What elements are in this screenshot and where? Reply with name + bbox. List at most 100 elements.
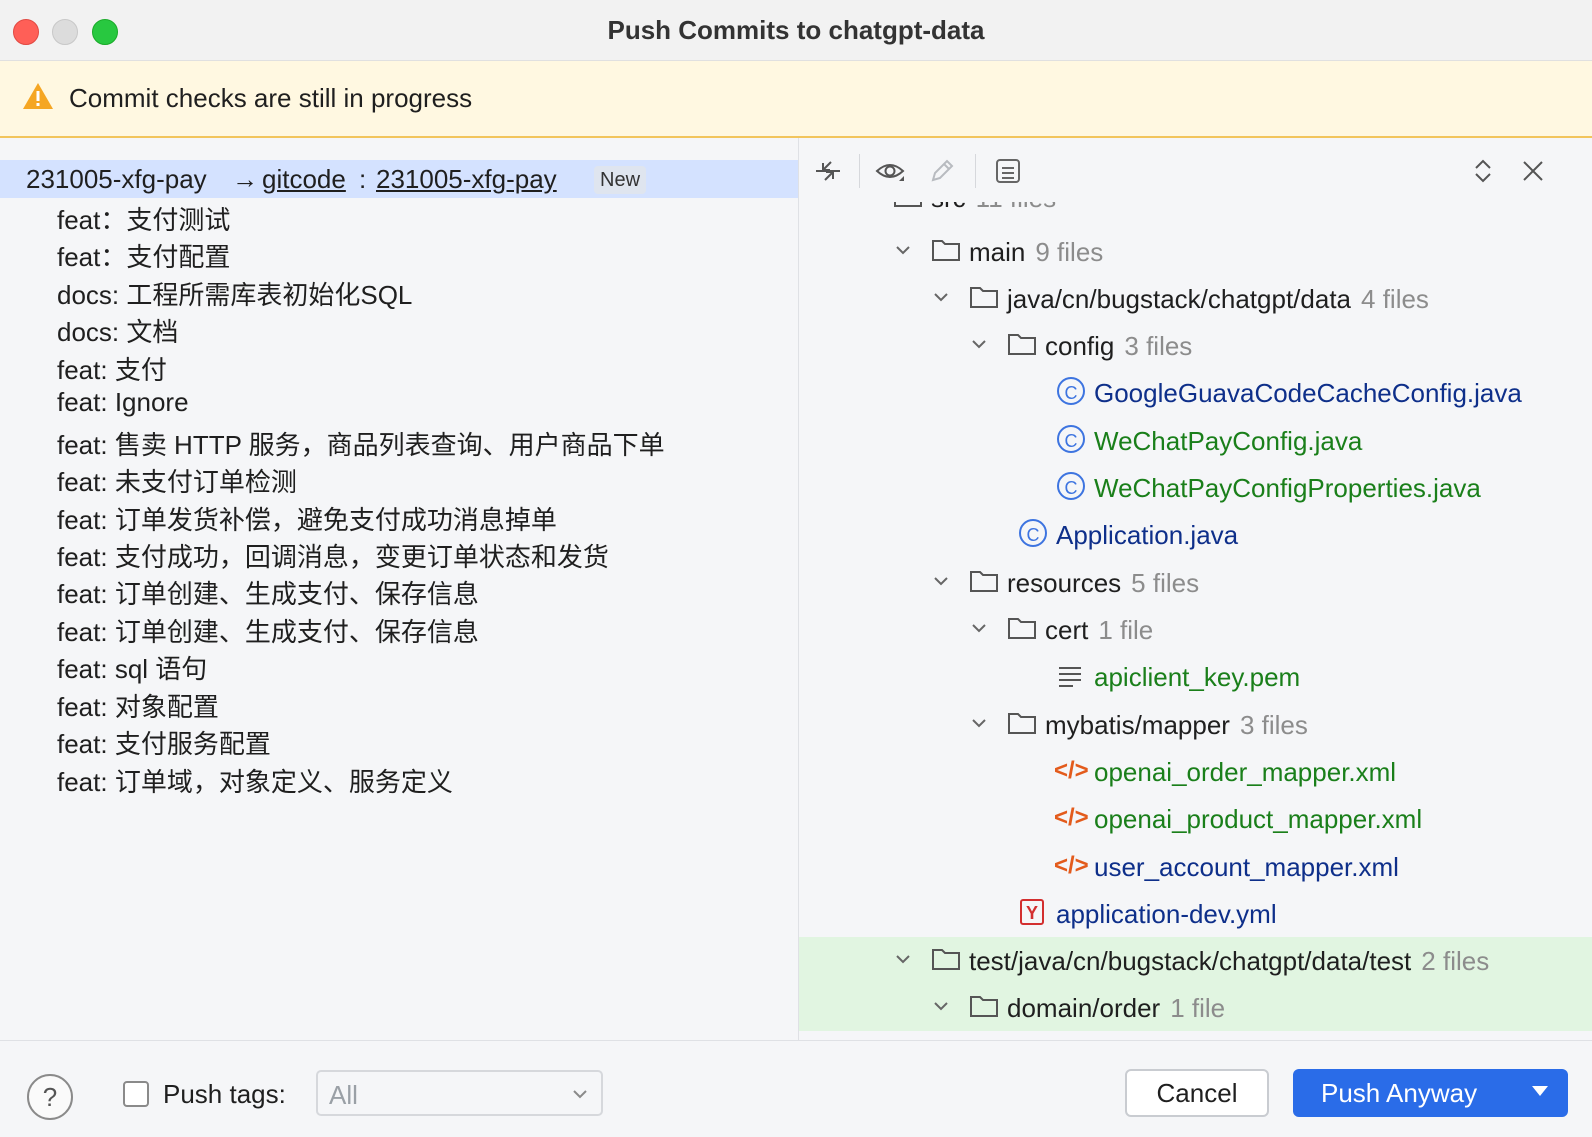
tree-file[interactable]: C WeChatPayConfigProperties.java	[799, 464, 1592, 511]
tree-file[interactable]: </> user_account_mapper.xml	[799, 843, 1592, 890]
push-anyway-button[interactable]: Push Anyway	[1293, 1069, 1568, 1117]
commits-panel: 231005-xfg-pay → gitcode : 231005-xfg-pa…	[0, 138, 799, 1040]
chevron-down-icon[interactable]	[894, 241, 912, 259]
commit-item[interactable]: feat：支付测试	[57, 200, 230, 237]
commit-item[interactable]: feat: 订单发货补偿，避免支付成功消息掉单	[57, 500, 557, 537]
arrow-icon: →	[232, 164, 258, 194]
commit-item[interactable]: feat: Ignore	[57, 387, 189, 418]
folder-name: domain/order	[1007, 993, 1161, 1023]
commit-item[interactable]: docs: 工程所需库表初始化SQL	[57, 275, 412, 312]
folder-icon	[970, 996, 998, 1017]
tree-file[interactable]: </> openai_order_mapper.xml	[799, 748, 1592, 795]
tree-file[interactable]: C Application.java	[799, 511, 1592, 558]
tree-file[interactable]: C GoogleGuavaCodeCacheConfig.java	[799, 369, 1592, 416]
commit-item[interactable]: feat: 支付	[57, 350, 167, 387]
warning-banner: Commit checks are still in progress	[0, 61, 1592, 138]
expand-collapse-icon[interactable]	[1468, 156, 1498, 186]
file-count: 5 files	[1131, 568, 1200, 598]
dialog-footer: ? Push tags: All Cancel Push Anyway	[0, 1040, 1592, 1137]
chevron-down-icon[interactable]	[932, 288, 950, 306]
commit-item[interactable]: feat: 支付成功，回调消息，变更订单状态和发货	[57, 537, 609, 574]
text-file-icon	[1059, 667, 1081, 687]
file-name: Application.java	[1056, 520, 1239, 550]
tree-file[interactable]: apiclient_key.pem	[799, 653, 1592, 700]
banner-message: Commit checks are still in progress	[69, 83, 473, 113]
folder-icon	[932, 240, 960, 261]
chevron-down-icon[interactable]	[932, 572, 950, 590]
push-tags-label: Push tags:	[163, 1079, 286, 1109]
folder-name: cert	[1045, 615, 1089, 645]
commit-item[interactable]: feat: sql 语句	[57, 649, 207, 686]
tree-folder-order[interactable]: domain/order 1 file	[799, 984, 1592, 1031]
tree-file[interactable]: </> openai_product_mapper.xml	[799, 795, 1592, 842]
changes-panel: src11 files main9 files java/cn/bugstack…	[799, 138, 1592, 1040]
help-button[interactable]: ?	[27, 1074, 73, 1120]
file-name: user_account_mapper.xml	[1094, 852, 1399, 882]
commit-item[interactable]: feat: 对象配置	[57, 687, 219, 724]
commit-item[interactable]: feat: 售卖 HTTP 服务，商品列表查询、用户商品下单	[57, 425, 665, 462]
file-count: 1 file	[1098, 615, 1154, 645]
local-branch: 231005-xfg-pay	[26, 164, 207, 194]
yaml-file-icon: Y	[1020, 899, 1044, 925]
chevron-down-icon[interactable]	[894, 950, 912, 968]
dropdown-arrow-icon[interactable]	[1531, 1085, 1549, 1097]
collapse-icon[interactable]	[813, 156, 843, 186]
remote-link[interactable]: gitcode	[262, 164, 346, 195]
title-bar: Push Commits to chatgpt-data	[0, 0, 1592, 61]
tree-folder-cert[interactable]: cert 1 file	[799, 606, 1592, 653]
file-count: 3 files	[1124, 331, 1193, 361]
file-name: apiclient_key.pem	[1094, 662, 1301, 692]
branch-row[interactable]: 231005-xfg-pay → gitcode : 231005-xfg-pa…	[0, 160, 798, 198]
file-name: WeChatPayConfigProperties.java	[1094, 473, 1481, 503]
folder-icon	[970, 571, 998, 592]
push-tags-select[interactable]: All	[316, 1070, 603, 1116]
chevron-down-icon[interactable]	[970, 335, 988, 353]
commit-item[interactable]: feat: 订单域，对象定义、服务定义	[57, 762, 453, 799]
tree-file[interactable]: Y application-dev.yml	[799, 890, 1592, 937]
push-tags-checkbox[interactable]	[123, 1081, 149, 1107]
file-name: application-dev.yml	[1056, 899, 1277, 929]
commit-item[interactable]: feat: 订单创建、生成支付、保存信息	[57, 574, 479, 611]
tree-folder-mapper[interactable]: mybatis/mapper 3 files	[799, 701, 1592, 748]
folder-icon	[1008, 334, 1036, 355]
chevron-down-icon[interactable]	[970, 714, 988, 732]
tree-folder-config[interactable]: config 3 files	[799, 322, 1592, 369]
tree-file[interactable]: C WeChatPayConfig.java	[799, 417, 1592, 464]
push-tags-value: All	[329, 1080, 358, 1110]
edit-icon[interactable]	[927, 156, 957, 186]
file-count: 9 files	[1035, 237, 1104, 267]
cancel-button[interactable]: Cancel	[1125, 1069, 1269, 1117]
file-count: 3 files	[1239, 710, 1308, 740]
target-branch-link[interactable]: 231005-xfg-pay	[376, 164, 557, 195]
commit-item[interactable]: feat: 支付服务配置	[57, 724, 271, 761]
commit-item[interactable]: docs: 文档	[57, 312, 178, 349]
tree-folder-test[interactable]: test/java/cn/bugstack/chatgpt/data/test 2…	[799, 937, 1592, 984]
commit-item[interactable]: feat: 未支付订单检测	[57, 462, 297, 499]
chevron-down-icon[interactable]	[970, 619, 988, 637]
folder-icon	[970, 287, 998, 308]
tree-toolbar	[799, 138, 1592, 202]
tree-folder-resources[interactable]: resources 5 files	[799, 559, 1592, 606]
class-icon: C	[1019, 519, 1047, 547]
tree-folder-java[interactable]: java/cn/bugstack/chatgpt/data 4 files	[799, 275, 1592, 322]
push-anyway-label: Push Anyway	[1321, 1078, 1478, 1108]
folder-icon	[1008, 713, 1036, 734]
file-count: 4 files	[1361, 284, 1429, 314]
window-title: Push Commits to chatgpt-data	[607, 15, 985, 45]
chevron-down-icon[interactable]	[932, 997, 950, 1015]
details-icon[interactable]	[993, 156, 1023, 186]
file-name: openai_order_mapper.xml	[1094, 757, 1397, 787]
xml-file-icon: </>	[1054, 852, 1089, 879]
file-name: WeChatPayConfig.java	[1094, 426, 1363, 456]
class-icon: C	[1057, 425, 1085, 453]
commit-item[interactable]: feat：支付配置	[57, 237, 230, 274]
xml-file-icon: </>	[1054, 757, 1089, 784]
class-icon: C	[1057, 377, 1085, 405]
branch-separator: :	[359, 164, 367, 194]
eye-icon[interactable]	[875, 156, 905, 186]
commit-item[interactable]: feat: 订单创建、生成支付、保存信息	[57, 612, 479, 649]
tree-folder-main[interactable]: main 9 files	[799, 228, 1592, 275]
close-icon[interactable]	[1518, 156, 1548, 186]
folder-name: mybatis/mapper	[1045, 710, 1230, 740]
folder-name: java/cn/bugstack/chatgpt/data	[1007, 284, 1352, 314]
